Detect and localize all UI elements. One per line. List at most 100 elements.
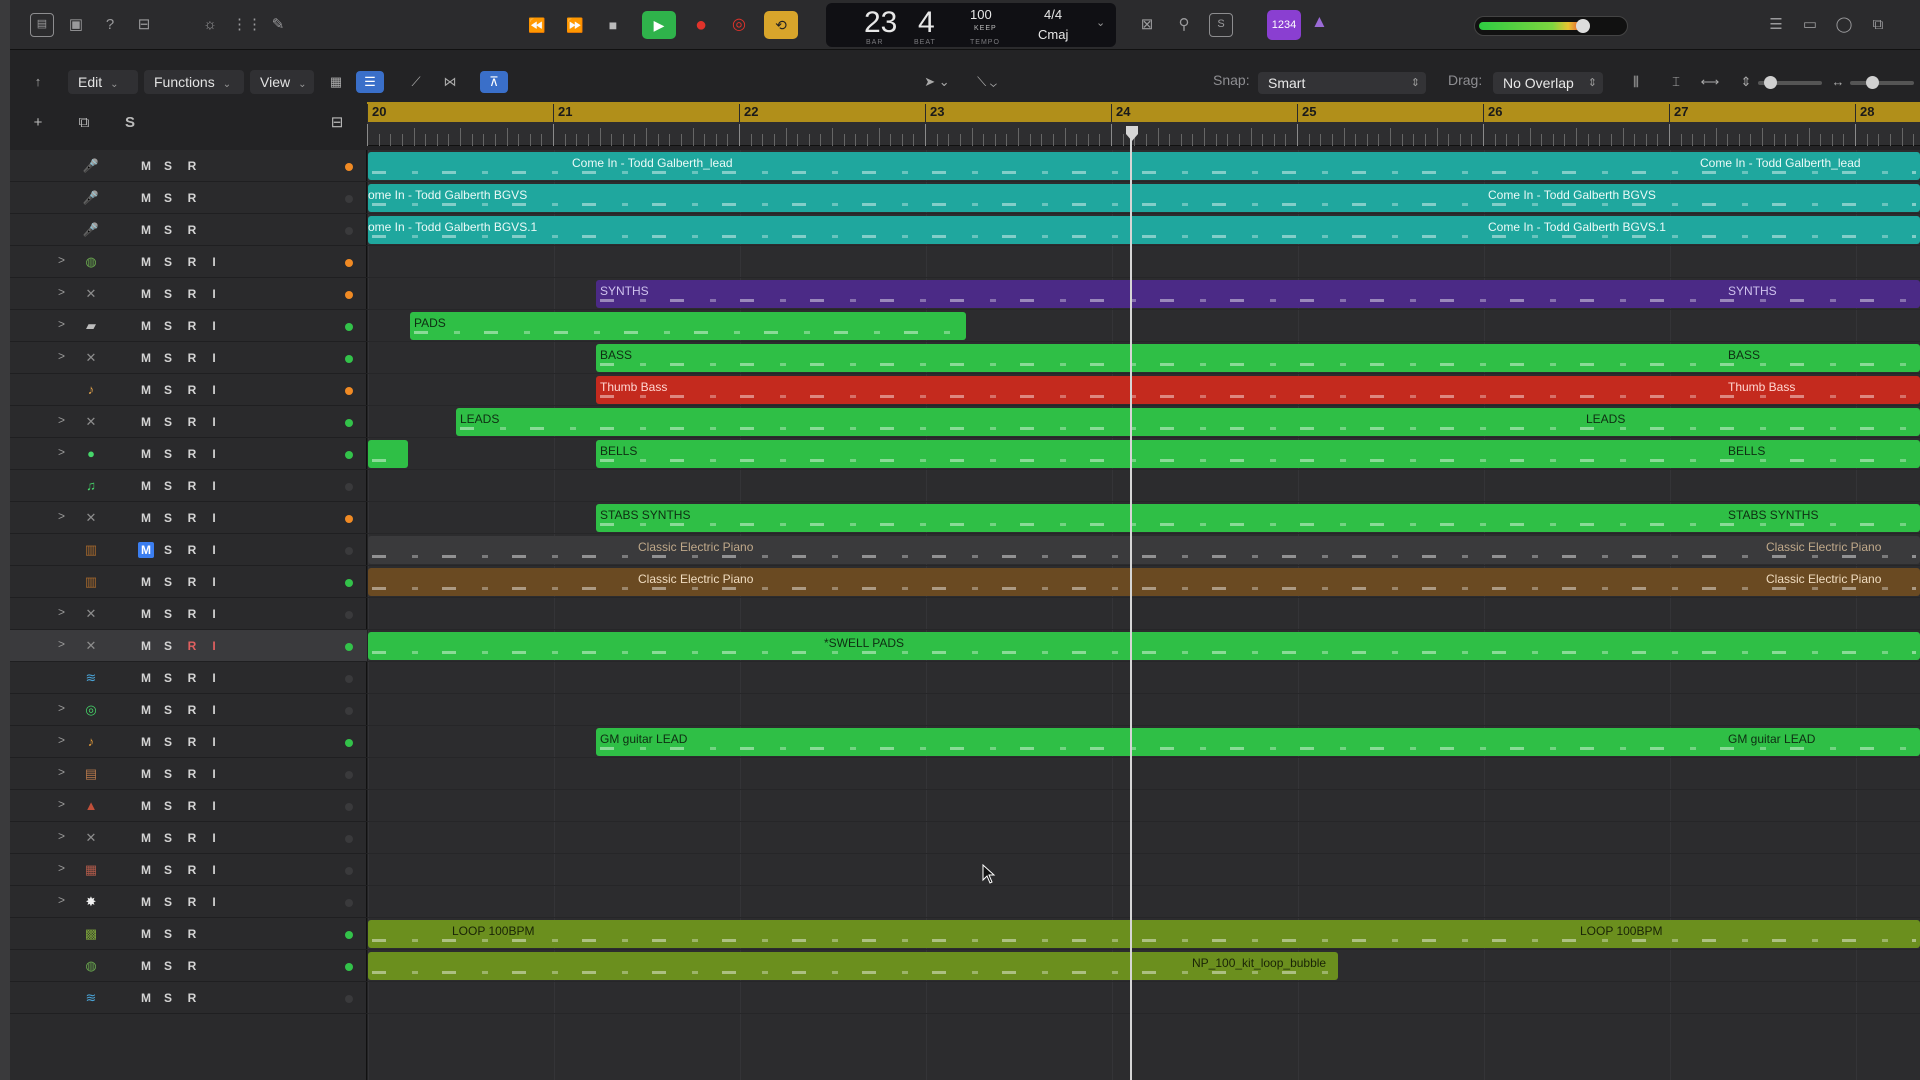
record-enable-button[interactable]: R [184, 318, 200, 334]
solo-button[interactable]: S [160, 350, 176, 366]
automation-icon[interactable]: ⟋ [402, 71, 430, 93]
track-header-row[interactable]: > ✕ M S R I [10, 406, 367, 438]
region[interactable]: ome In - Todd Galberth BGVS.1 Come In - T… [368, 216, 1920, 244]
mute-button[interactable]: M [138, 254, 154, 270]
solo-button[interactable]: S [160, 446, 176, 462]
piano-icon[interactable]: ▥ [80, 539, 102, 561]
help-icon[interactable]: ? [98, 13, 122, 37]
count-in-button[interactable]: 1234 [1267, 10, 1301, 40]
record-enable-button[interactable]: R [184, 958, 200, 974]
mute-button[interactable]: M [138, 478, 154, 494]
record-enable-button[interactable]: R [184, 446, 200, 462]
track-lane[interactable] [368, 982, 1920, 1014]
record-enable-button[interactable]: R [184, 926, 200, 942]
disclosure-arrow-icon[interactable]: > [58, 253, 65, 267]
solo-button[interactable]: S [160, 158, 176, 174]
drumkit-icon[interactable]: ◍ [80, 251, 102, 273]
flex-icon[interactable]: ⋈ [436, 71, 464, 93]
synth-icon[interactable]: ✕ [80, 635, 102, 657]
track-header-row[interactable]: ▥ M S R I [10, 534, 367, 566]
solo-button[interactable]: S [160, 766, 176, 782]
mute-button[interactable]: M [138, 382, 154, 398]
record-enable-button[interactable]: R [184, 830, 200, 846]
mute-button[interactable]: M [138, 702, 154, 718]
add-track-icon[interactable]: + [24, 112, 52, 134]
region[interactable]: BASS BASS [596, 344, 1920, 372]
solo-button[interactable]: S [160, 990, 176, 1006]
disclosure-arrow-icon[interactable]: > [58, 285, 65, 299]
solo-box-icon[interactable]: S [1209, 13, 1233, 37]
drops-icon[interactable]: ◎ [80, 699, 102, 721]
forward-button[interactable]: ⏩ [558, 11, 592, 39]
input-monitor-button[interactable]: I [206, 414, 222, 430]
track-lane[interactable] [368, 246, 1920, 278]
mute-button[interactable]: M [138, 414, 154, 430]
playhead-handle-icon[interactable] [1124, 126, 1140, 142]
solo-button[interactable]: S [160, 958, 176, 974]
track-lane[interactable] [368, 694, 1920, 726]
region[interactable]: PADS [410, 312, 966, 340]
solo-button[interactable]: S [160, 254, 176, 270]
solo-button[interactable]: S [160, 606, 176, 622]
input-monitor-button[interactable]: I [206, 670, 222, 686]
solo-button[interactable]: S [160, 702, 176, 718]
vertical-zoom-icon[interactable]: ⇕ [1732, 71, 1760, 93]
drumkit-icon[interactable]: ◍ [80, 955, 102, 977]
record-enable-button[interactable]: R [184, 510, 200, 526]
mute-button[interactable]: M [138, 734, 154, 750]
solo-button[interactable]: S [160, 734, 176, 750]
track-header-row[interactable]: > ✕ M S R I [10, 342, 367, 374]
solo-button[interactable]: S [160, 286, 176, 302]
track-header-row[interactable]: > ◍ M S R I [10, 246, 367, 278]
mute-button[interactable]: M [138, 798, 154, 814]
region[interactable]: Classic Electric Piano Classic Electric P… [368, 536, 1920, 564]
region[interactable]: SYNTHS SYNTHS [596, 280, 1920, 308]
mute-button[interactable]: M [138, 894, 154, 910]
region[interactable]: Come In - Todd Galberth_lead Come In - To… [368, 152, 1920, 180]
inspector-icon[interactable]: ▣ [64, 13, 88, 37]
mute-button[interactable]: M [138, 990, 154, 1006]
mute-button[interactable]: M [138, 542, 154, 558]
region[interactable]: STABS SYNTHS STABS SYNTHS [596, 504, 1920, 532]
sparkle-icon[interactable]: ✸ [80, 891, 102, 913]
track-header-row[interactable]: ♪ M S R I [10, 374, 367, 406]
mute-button[interactable]: M [138, 158, 154, 174]
global-solo-button[interactable]: S [116, 112, 144, 134]
track-header-row[interactable]: 🎤 M S R [10, 150, 367, 182]
play-button[interactable]: ▶ [642, 11, 676, 39]
mute-button[interactable]: M [138, 862, 154, 878]
mute-button[interactable]: M [138, 638, 154, 654]
notepad-icon[interactable]: ▭ [1798, 13, 1822, 37]
cycle-button[interactable]: ⟲ [764, 11, 798, 39]
input-monitor-button[interactable]: I [206, 446, 222, 462]
record-enable-button[interactable]: R [184, 734, 200, 750]
arrange-area[interactable]: Come In - Todd Galberth_lead Come In - To… [368, 150, 1920, 1080]
record-enable-button[interactable]: R [184, 990, 200, 1006]
master-volume-knob[interactable] [1576, 19, 1591, 33]
solo-button[interactable]: S [160, 414, 176, 430]
input-monitor-button[interactable]: I [206, 702, 222, 718]
loop-icon[interactable]: ▩ [80, 923, 102, 945]
vertical-zoom-slider[interactable] [1758, 76, 1822, 89]
synth-icon[interactable]: ✕ [80, 603, 102, 625]
track-header-row[interactable]: > ✕ M S R I [10, 278, 367, 310]
grid-view-icon[interactable]: ▦ [322, 71, 350, 93]
waveform-zoom-icon[interactable]: ⫼ [1622, 71, 1650, 93]
pencil-tool-icon[interactable]: ⟍ ⌄ [965, 71, 1009, 93]
disclosure-arrow-icon[interactable]: > [58, 605, 65, 619]
solo-button[interactable]: S [160, 862, 176, 878]
record-enable-button[interactable]: R [184, 286, 200, 302]
mute-button[interactable]: M [138, 350, 154, 366]
tuner-pin-icon[interactable]: ⚲ [1172, 13, 1196, 37]
disclosure-arrow-icon[interactable]: > [58, 413, 65, 427]
track-header-row[interactable]: > ✕ M S R I [10, 502, 367, 534]
synth-icon[interactable]: ✕ [80, 411, 102, 433]
track-header-row[interactable]: ♫ M S R I [10, 470, 367, 502]
back-arrow-icon[interactable]: ↑ [24, 71, 52, 93]
microphone-icon[interactable]: 🎤 [80, 187, 102, 209]
input-monitor-button[interactable]: I [206, 574, 222, 590]
editors-icon[interactable]: ✎ [266, 13, 290, 37]
bass-guitar-icon[interactable]: ♪ [80, 379, 102, 401]
timeline-ruler[interactable]: 20 21 22 23 24 25 26 27 28 [367, 102, 1920, 146]
region[interactable]: LEADS LEADS [456, 408, 1920, 436]
